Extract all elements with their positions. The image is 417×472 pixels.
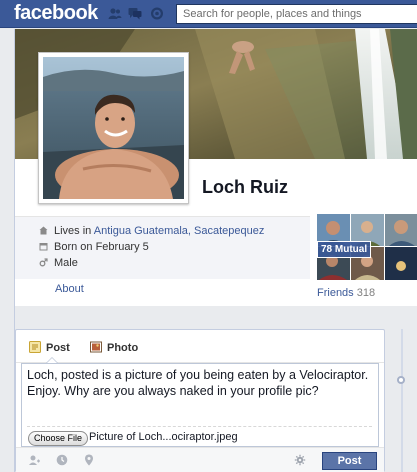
profile-picture[interactable]: [38, 52, 189, 204]
top-bar: facebook: [0, 0, 417, 28]
gender-text: Male: [54, 257, 78, 269]
info-birthday: Born on February 5: [39, 241, 149, 253]
calendar-icon: [39, 242, 48, 251]
facebook-logo[interactable]: facebook: [14, 2, 98, 25]
file-upload-row: Choose File Picture of Loch...ociraptor.…: [27, 426, 372, 446]
composer-tabs: Post Photo: [16, 330, 384, 363]
profile-name[interactable]: Loch Ruiz: [202, 177, 288, 198]
friend-requests-icon[interactable]: [108, 7, 122, 20]
choose-file-button[interactable]: Choose File: [28, 431, 89, 446]
tab-post-label: Post: [46, 342, 70, 354]
friends-link[interactable]: Friends 318: [317, 287, 375, 299]
search-input[interactable]: [183, 8, 411, 20]
search-box[interactable]: [176, 4, 417, 24]
mutual-friends-badge[interactable]: 78 Mutual: [317, 241, 372, 258]
messages-icon[interactable]: [128, 7, 142, 20]
tab-photo-label: Photo: [107, 342, 139, 354]
info-lives: Lives in Antigua Guatemala, Sacatepequez: [39, 225, 264, 237]
tab-photo[interactable]: Photo: [90, 341, 138, 354]
notifications-icon[interactable]: [150, 7, 164, 20]
post-composer: Post Photo Loch, posted is a picture of …: [15, 329, 385, 472]
friends-count: 318: [356, 287, 376, 299]
tag-people-icon[interactable]: [28, 454, 40, 466]
location-pin-icon[interactable]: [83, 454, 95, 466]
timeline-divider: [401, 329, 403, 472]
profile-info: Lives in Antigua Guatemala, Sacatepequez…: [15, 216, 310, 279]
compose-box[interactable]: Loch, posted is a picture of you being e…: [21, 363, 379, 447]
photo-icon: [90, 341, 102, 353]
lives-prefix: Lives in: [54, 225, 94, 237]
clock-icon[interactable]: [56, 454, 68, 466]
composer-footer: Post: [16, 447, 384, 472]
friends-label[interactable]: Friends: [317, 287, 354, 299]
selected-file-name: Picture of Loch...ociraptor.jpeg: [89, 431, 238, 443]
privacy-gear-icon[interactable]: [294, 454, 306, 466]
status-icon: [29, 341, 41, 353]
post-button[interactable]: Post: [322, 452, 377, 470]
about-link[interactable]: About: [55, 283, 84, 295]
tab-post[interactable]: Post: [29, 341, 70, 354]
male-icon: [39, 258, 48, 267]
hometown-link[interactable]: Antigua Guatemala, Sacatepequez: [94, 225, 265, 237]
timeline-marker[interactable]: [397, 376, 405, 384]
post-text-input[interactable]: Loch, posted is a picture of you being e…: [27, 367, 372, 399]
home-icon: [39, 226, 48, 235]
info-gender: Male: [39, 257, 78, 269]
birthday-text: Born on February 5: [54, 241, 149, 253]
